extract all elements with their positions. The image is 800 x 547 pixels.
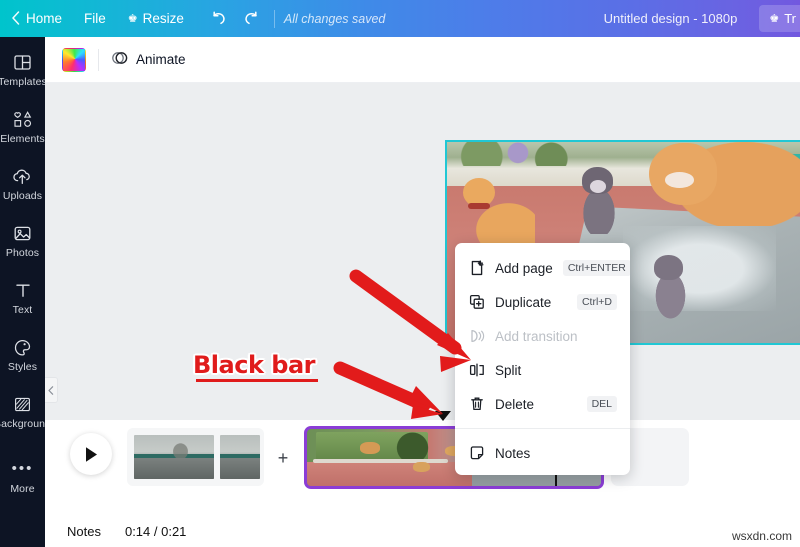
- try-label: Tr: [784, 11, 796, 26]
- transition-icon: [468, 328, 485, 345]
- canva-video-editor-window: Home File ♚ Resize All changes saved Unt…: [0, 0, 800, 547]
- trash-icon: [468, 396, 485, 413]
- timeline-status-bar: Notes 0:14 / 0:21: [45, 515, 800, 547]
- clip-scene-wall: [307, 462, 478, 486]
- menu-item-label: Add transition: [495, 328, 578, 344]
- clip-thumbnail: [220, 435, 260, 479]
- timeline-playhead-handle[interactable]: [435, 411, 451, 421]
- clip-thumbnail: [134, 435, 214, 479]
- sidebar-item-elements[interactable]: Elements: [0, 108, 45, 145]
- photo-icon: [13, 222, 32, 244]
- scene-wet-patch: [622, 226, 777, 311]
- left-sidebar: Templates Elements Uploads Photos Text S…: [0, 37, 51, 547]
- sidebar-item-label: Photos: [5, 247, 40, 259]
- animate-button[interactable]: Animate: [111, 49, 186, 70]
- menu-item-shortcut: Ctrl+ENTER: [562, 259, 630, 277]
- sidebar-item-label: Styles: [7, 361, 38, 373]
- sidebar-item-photos[interactable]: Photos: [0, 222, 45, 259]
- play-button[interactable]: [70, 433, 112, 475]
- notes-button[interactable]: Notes: [67, 524, 101, 539]
- time-display: 0:14 / 0:21: [124, 523, 187, 539]
- add-page-icon: [468, 260, 485, 277]
- toolbar-divider: [98, 48, 99, 71]
- resize-button[interactable]: ♚ Resize: [117, 0, 195, 37]
- redo-icon[interactable]: [237, 5, 265, 33]
- note-icon: [468, 445, 485, 462]
- sidebar-item-more[interactable]: ••• More: [0, 458, 45, 495]
- background-icon: [13, 393, 32, 415]
- templates-icon: [13, 51, 32, 73]
- home-label: Home: [26, 11, 63, 26]
- try-pro-button[interactable]: ♚ Tr: [759, 5, 800, 32]
- menu-item-delete[interactable]: Delete DEL: [455, 387, 630, 421]
- home-button[interactable]: Home: [20, 0, 73, 37]
- upload-cloud-icon: [12, 165, 33, 187]
- timeline-clip-1[interactable]: [127, 428, 264, 486]
- sidebar-item-label: Elements: [0, 133, 45, 145]
- duplicate-icon: [468, 294, 485, 311]
- sidebar-item-uploads[interactable]: Uploads: [0, 165, 45, 202]
- menu-item-add-transition: Add transition: [455, 319, 630, 353]
- sidebar-item-label: Templates: [0, 76, 47, 88]
- design-canvas[interactable]: [45, 83, 800, 420]
- color-swatch-button[interactable]: [62, 47, 86, 72]
- editor-toolbar: Animate: [45, 37, 800, 83]
- sidebar-item-label: Uploads: [2, 190, 43, 202]
- toolbar-divider: [273, 9, 275, 28]
- annotation-label-black-bar: Black bar: [193, 351, 315, 379]
- undo-icon[interactable]: [205, 5, 233, 33]
- menu-divider: [455, 428, 630, 429]
- animate-label: Animate: [136, 52, 186, 67]
- menu-item-add-page[interactable]: Add page Ctrl+ENTER: [455, 251, 630, 285]
- sidebar-item-styles[interactable]: Styles: [0, 336, 45, 373]
- sidebar-item-text[interactable]: Text: [0, 279, 45, 316]
- file-label: File: [84, 11, 106, 26]
- menu-item-label: Split: [495, 362, 522, 378]
- clip-scene-dog: [359, 441, 381, 455]
- site-watermark: wsxdn.com: [731, 529, 792, 543]
- clip-scene-rail: [312, 458, 449, 463]
- sidebar-item-label: Text: [12, 304, 33, 316]
- cartoon-big-cat: [649, 142, 800, 227]
- resize-label: Resize: [142, 11, 184, 26]
- crown-icon: ♚: [127, 13, 138, 25]
- split-icon: [468, 362, 485, 379]
- menu-item-label: Delete: [495, 396, 535, 412]
- menu-item-shortcut: DEL: [586, 395, 617, 413]
- top-bar: Home File ♚ Resize All changes saved Unt…: [0, 0, 800, 37]
- menu-item-duplicate[interactable]: Duplicate Ctrl+D: [455, 285, 630, 319]
- menu-item-label: Notes: [495, 445, 531, 461]
- panel-collapse-handle[interactable]: [45, 377, 58, 403]
- animate-circles-icon: [111, 49, 129, 70]
- sidebar-item-label: More: [10, 483, 35, 495]
- sidebar-item-label: Background: [0, 418, 52, 430]
- menu-item-label: Add page: [495, 260, 553, 276]
- menu-item-shortcut: Ctrl+D: [576, 293, 617, 311]
- clip-scene-dog: [412, 462, 431, 473]
- save-status: All changes saved: [283, 11, 386, 26]
- file-button[interactable]: File: [73, 0, 117, 37]
- text-icon: [14, 279, 32, 301]
- annotation-underline: [196, 379, 318, 382]
- cartoon-cat-front: [651, 255, 689, 319]
- sidebar-item-templates[interactable]: Templates: [0, 51, 47, 88]
- palette-icon: [13, 336, 32, 358]
- design-title[interactable]: Untitled design - 1080p: [604, 11, 738, 26]
- add-clip-button[interactable]: +: [273, 448, 293, 468]
- timeline-panel: + Notes 0:14 / 0:21: [45, 420, 800, 547]
- crown-icon: ♚: [769, 13, 780, 25]
- back-chevron-icon[interactable]: [11, 10, 20, 27]
- more-dots-icon: •••: [11, 460, 34, 477]
- scene-plants: [454, 142, 594, 167]
- menu-item-split[interactable]: Split: [455, 353, 630, 387]
- sidebar-item-background[interactable]: Background: [0, 393, 51, 430]
- cartoon-cat-back: [578, 166, 619, 235]
- clip-context-menu: Add page Ctrl+ENTER Duplicate Ctrl+D Add…: [455, 243, 630, 475]
- menu-item-label: Duplicate: [495, 294, 552, 310]
- menu-item-notes[interactable]: Notes: [455, 436, 630, 470]
- elements-icon: [13, 108, 33, 130]
- history-controls: [205, 5, 265, 33]
